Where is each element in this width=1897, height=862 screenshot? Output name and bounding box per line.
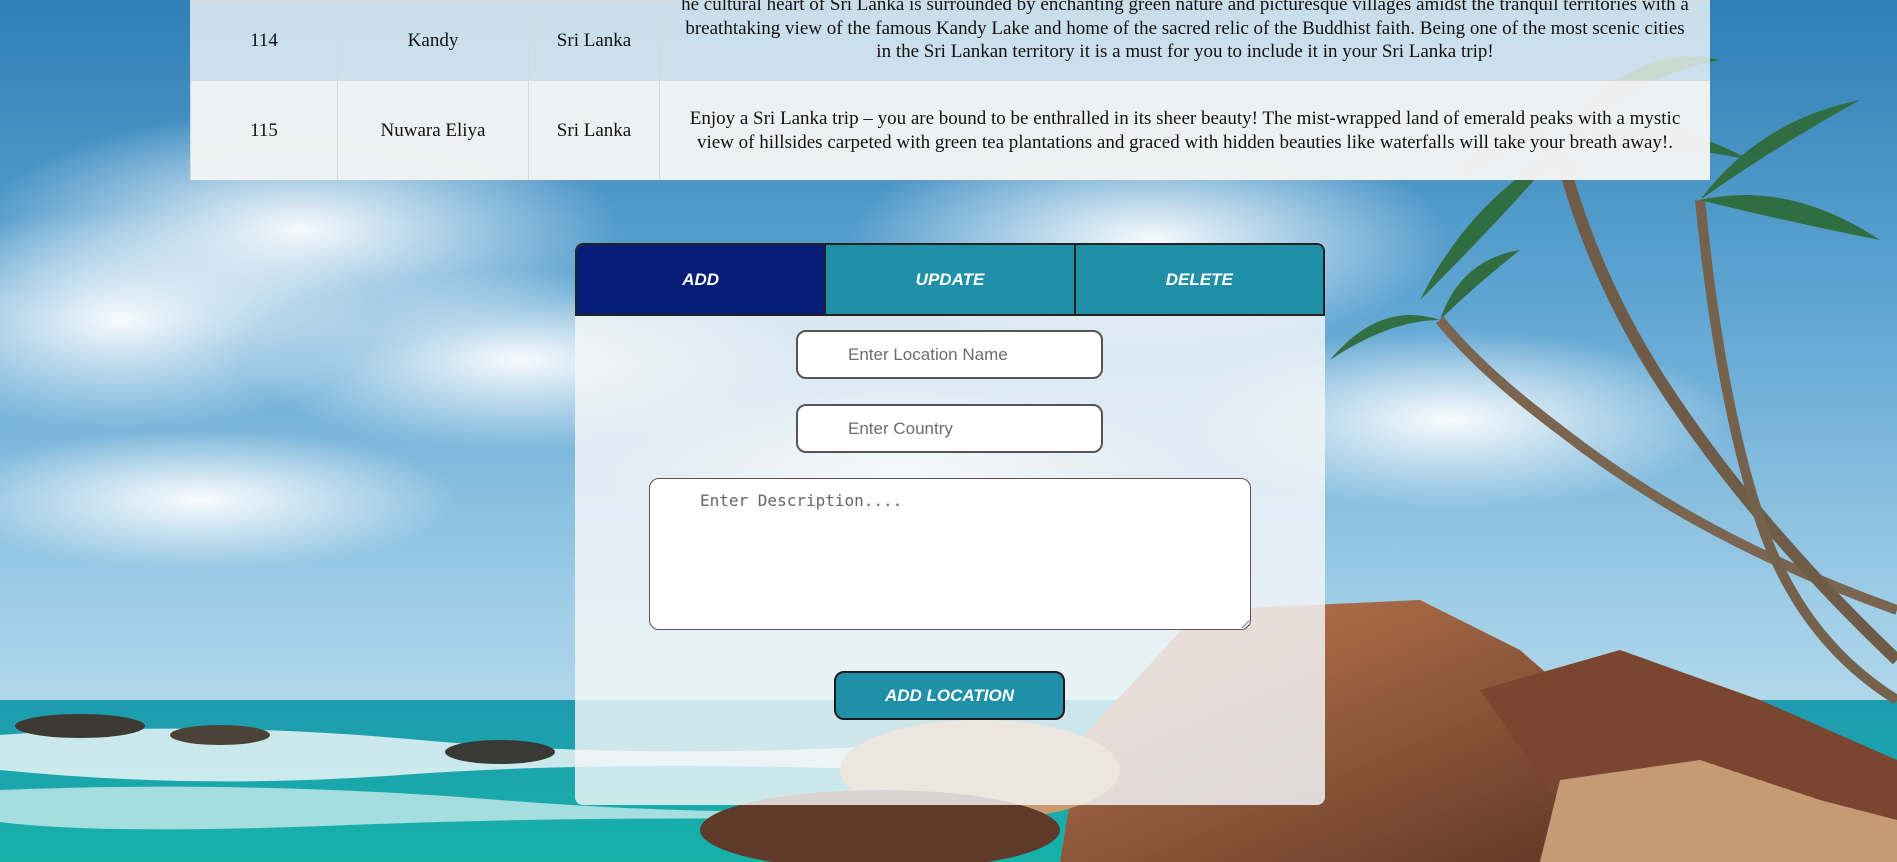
tab-add[interactable]: ADD — [577, 245, 825, 314]
cell-id: 114 — [190, 0, 338, 81]
locations-table: 114 Kandy Sri Lanka he cultural heart of… — [190, 0, 1710, 180]
table-row: 114 Kandy Sri Lanka he cultural heart of… — [190, 0, 1710, 81]
cell-description: Enjoy a Sri Lanka trip – you are bound t… — [659, 80, 1710, 180]
country-input[interactable] — [796, 404, 1103, 453]
tab-update[interactable]: UPDATE — [824, 245, 1074, 314]
cell-country: Sri Lanka — [528, 80, 660, 180]
cell-id: 115 — [190, 80, 338, 180]
description-text: Enjoy a Sri Lanka trip – you are bound t… — [689, 107, 1681, 153]
description-text: he cultural heart of Sri Lanka is surrou… — [681, 0, 1689, 63]
add-location-button[interactable]: ADD LOCATION — [834, 671, 1065, 720]
action-tabs: ADD UPDATE DELETE — [575, 243, 1325, 316]
tab-delete[interactable]: DELETE — [1073, 245, 1323, 314]
table-row: 115 Nuwara Eliya Sri Lanka Enjoy a Sri L… — [190, 80, 1710, 180]
location-form-panel: ADD UPDATE DELETE ADD LOCATION — [575, 243, 1325, 805]
description-textarea[interactable] — [649, 478, 1251, 630]
cell-location-name: Kandy — [337, 0, 529, 81]
cell-location-name: Nuwara Eliya — [337, 80, 529, 180]
cell-country: Sri Lanka — [528, 0, 660, 81]
location-name-input[interactable] — [796, 330, 1103, 379]
cell-description: he cultural heart of Sri Lanka is surrou… — [659, 0, 1710, 81]
